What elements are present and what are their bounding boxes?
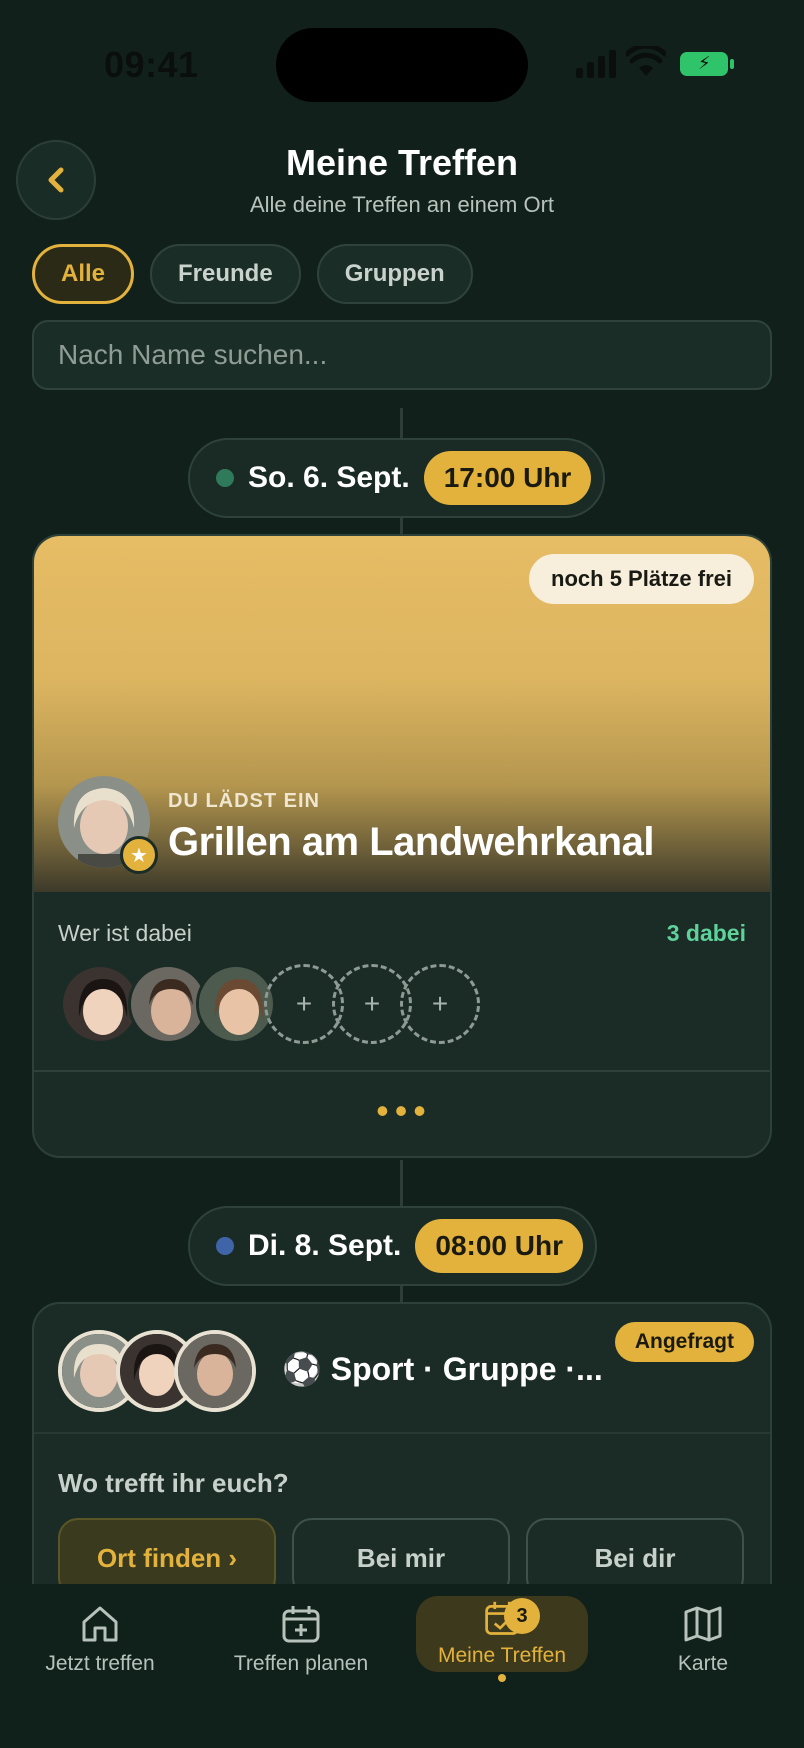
event-title: ⚽ Sport · Gruppe ·... [282,1351,603,1387]
date-header: Di. 8. Sept. 08:00 Uhr [188,1206,597,1286]
participants-label: Wer ist dabei [58,920,192,946]
timeline-line [400,1160,403,1206]
status-time: 09:41 [104,44,199,85]
event-title: Grillen am Landwehrkanal [168,820,654,864]
search-input[interactable]: Nach Name suchen... [32,320,772,390]
participants-count: 3 dabei [666,920,746,946]
dynamic-island [276,28,528,102]
date-header: So. 6. Sept. 17:00 Uhr [188,438,606,518]
filter-chip-alle[interactable]: Alle [32,244,135,304]
active-tab-indicator [498,1674,506,1682]
location-question: Wo trefft ihr euch? [58,1468,289,1498]
timeline-line [400,1284,403,1304]
map-icon [684,1606,722,1642]
date-label: So. 6. Sept. [248,461,410,494]
notification-badge: 3 [504,1598,540,1634]
star-icon: ★ [120,836,158,874]
role-label: DU LÄDST EIN [168,790,320,812]
tab-treffen-planen[interactable]: Treffen planen [206,1602,396,1676]
signal-icon [576,48,616,78]
spots-badge: noch 5 Plätze frei [529,554,754,604]
status-badge: Angefragt [614,1322,754,1362]
time-badge: 17:00 Uhr [423,451,592,505]
participants-list: + + + [60,964,480,1044]
tab-label: Treffen planen [233,1652,369,1675]
timeline-line [400,408,403,438]
tab-karte[interactable]: Karte [608,1602,798,1676]
status-bar: 09:41 ⚡ [0,0,804,120]
filter-chips: Alle Freunde Gruppen [32,244,473,304]
home-icon [82,1606,118,1642]
divider [34,1432,770,1434]
calendar-plus-icon [282,1606,320,1643]
wifi-icon [626,46,666,76]
tab-meine-treffen[interactable]: 3 Meine Treffen [416,1596,588,1672]
time-badge: 08:00 Uhr [415,1219,583,1273]
filter-chip-gruppen[interactable]: Gruppen [316,244,473,304]
group-member-avatar[interactable] [174,1330,256,1412]
date-dot [216,1237,234,1255]
tab-label: Meine Treffen [437,1644,567,1667]
date-label: Di. 8. Sept. [248,1229,402,1262]
timeline-line [400,516,403,536]
group-avatars [58,1330,256,1412]
date-dot [216,469,234,487]
event-card[interactable]: noch 5 Plätze frei ★ DU LÄDST EIN Grille… [32,534,772,1158]
empty-slot-button[interactable]: + [400,964,480,1044]
tab-bar: Jetzt treffen Treffen planen 3 Meine Tre… [0,1584,804,1748]
divider [34,1070,770,1072]
battery-icon: ⚡ [680,52,734,76]
more-options-button[interactable]: ••• [34,1093,770,1129]
filter-chip-freunde[interactable]: Freunde [150,244,301,304]
page-title: Meine Treffen [285,142,519,183]
tab-label: Karte [677,1652,729,1675]
tab-jetzt-treffen[interactable]: Jetzt treffen [5,1602,195,1676]
page-subtitle: Alle deine Treffen an einem Ort [249,192,555,217]
tab-label: Jetzt treffen [45,1652,155,1675]
